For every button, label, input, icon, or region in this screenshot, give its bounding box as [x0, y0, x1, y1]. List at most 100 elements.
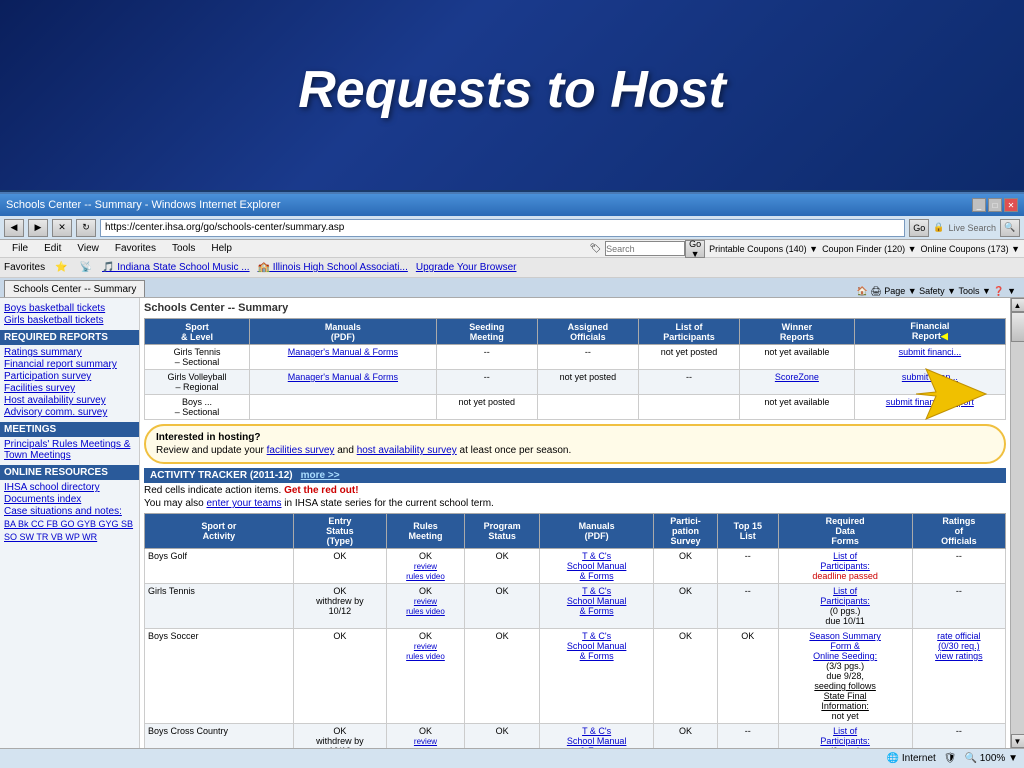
sport-cell: Boys ...– Sectional [145, 395, 250, 420]
teams-note: You may also enter your teams in IHSA st… [144, 498, 1006, 509]
program-golf: OK [465, 549, 540, 584]
main-content: Schools Center -- Summary Sport& Level M… [140, 298, 1010, 748]
col-sport: Sport& Level [145, 319, 250, 345]
required-soccer: Season SummaryForm &Online Seeding:(3/3 … [778, 629, 912, 724]
page-menu[interactable]: Page ▼ [884, 286, 916, 296]
live-search-label: Live Search [948, 223, 996, 233]
go-button[interactable]: Go [909, 219, 929, 237]
coupons-icon: 🏷 [590, 243, 601, 254]
tools-menu[interactable]: Tools ▼ [958, 286, 990, 296]
scrollbar[interactable]: ▲ ▼ [1010, 298, 1024, 748]
table-row: Girls Tennis OKwithdrew by10/12 OKreview… [145, 584, 1006, 629]
manuals-link-1[interactable]: Manager's Manual & Forms [288, 347, 398, 357]
winner-cell: ScoreZone [740, 370, 855, 395]
browser-tab[interactable]: Schools Center -- Summary [4, 280, 145, 297]
refresh-button[interactable]: ↻ [76, 219, 96, 237]
search-button[interactable]: 🔍 [1000, 219, 1020, 237]
address-input[interactable] [100, 219, 905, 237]
rate-official-link[interactable]: rate official(0/30 req.) [937, 631, 980, 651]
sidebar-documents-index[interactable]: Documents index [4, 494, 135, 505]
close-button[interactable]: ✕ [1004, 198, 1018, 212]
list-participants-tennis[interactable]: List ofParticipants: [820, 586, 870, 606]
sidebar-boys-basketball[interactable]: Boys basketball tickets [4, 303, 135, 314]
fav-indiana[interactable]: 🎵 Indiana State School Music ... [102, 262, 250, 273]
list-participants-golf[interactable]: List ofParticipants: [820, 551, 870, 571]
sm-link-tennis[interactable]: School Manual& Forms [567, 596, 627, 616]
sidebar-school-directory[interactable]: IHSA school directory [4, 482, 135, 493]
back-button[interactable]: ◀ [4, 219, 24, 237]
scroll-thumb[interactable] [1011, 312, 1024, 342]
review-rules-golf[interactable]: reviewrules video [406, 562, 445, 581]
menu-file[interactable]: File [4, 242, 36, 255]
sidebar: Boys basketball tickets Girls basketball… [0, 298, 140, 748]
sm-link-golf[interactable]: School Manual& Forms [567, 561, 627, 581]
sidebar-required-reports-title: REQUIRED REPORTS [4, 332, 108, 343]
col-manuals2: Manuals(PDF) [540, 514, 654, 549]
print-icon[interactable]: 🖨 [870, 286, 881, 296]
stop-button[interactable]: ✕ [52, 219, 72, 237]
safety-menu[interactable]: Safety ▼ [919, 286, 956, 296]
menu-view[interactable]: View [69, 242, 107, 255]
scorezone-link[interactable]: ScoreZone [775, 372, 819, 382]
search-input[interactable] [605, 241, 685, 256]
host-availability-link[interactable]: host availability survey [357, 445, 457, 456]
season-summary-link[interactable]: Season SummaryForm &Online Seeding: [809, 631, 881, 661]
sidebar-facilities[interactable]: Facilities survey [4, 383, 135, 394]
menu-edit[interactable]: Edit [36, 242, 69, 255]
table-row: Girls Volleyball– Regional Manager's Man… [145, 370, 1006, 395]
toolbar-go-button[interactable]: Go ▼ [685, 240, 705, 258]
participants-cell: not yet posted [638, 345, 739, 370]
sidebar-meetings-title: MEETINGS [4, 424, 56, 435]
maximize-button[interactable]: □ [988, 198, 1002, 212]
sidebar-ratings-summary[interactable]: Ratings summary [4, 347, 135, 358]
seeding-follows: seeding followsState FinalInformation: [814, 681, 876, 711]
review-rules-cross[interactable]: reviewrules video [406, 737, 445, 748]
menu-favorites[interactable]: Favorites [107, 242, 164, 255]
sport-soccer: Boys Soccer [145, 629, 294, 724]
officials-cell: not yet posted [537, 370, 638, 395]
star-icon: ⭐ [55, 262, 67, 273]
review-rules-soccer[interactable]: reviewrules video [406, 642, 445, 661]
enter-teams-link[interactable]: enter your teams [206, 498, 281, 509]
tc-link-cross[interactable]: T & C's [582, 726, 611, 736]
scroll-track [1011, 312, 1024, 734]
hosting-title: Interested in hosting? [156, 432, 994, 443]
table-row: Boys ...– Sectional not yet posted not y… [145, 395, 1006, 420]
favorites-label: Favorites [4, 262, 45, 273]
tc-link-soccer[interactable]: T & C's [582, 631, 611, 641]
sidebar-advisory[interactable]: Advisory comm. survey [4, 407, 135, 418]
home-icon[interactable]: 🏠 [857, 286, 868, 296]
ratings-golf: -- [912, 549, 1005, 584]
scroll-down-button[interactable]: ▼ [1011, 734, 1024, 748]
ratings-cross: -- [912, 724, 1005, 749]
zoom-level[interactable]: 🔍 100% ▼ [965, 753, 1019, 764]
tc-link-tennis[interactable]: T & C's [582, 586, 611, 596]
minimize-button[interactable]: _ [972, 198, 986, 212]
fav-upgrade[interactable]: Upgrade Your Browser [416, 262, 517, 273]
sidebar-case-situations[interactable]: Case situations and notes: [4, 506, 135, 517]
sidebar-financial-report[interactable]: Financial report summary [4, 359, 135, 370]
sidebar-required-reports-header: REQUIRED REPORTS [0, 330, 139, 345]
review-rules-tennis[interactable]: reviewrules video [406, 597, 445, 616]
more-link[interactable]: more >> [301, 470, 340, 481]
sm-link-cross[interactable]: School Manual& Forms [567, 736, 627, 748]
fav-illinois[interactable]: 🏫 Illinois High School Associati... [258, 262, 408, 273]
sidebar-town-meetings[interactable]: Principals' Rules Meetings & Town Meetin… [4, 439, 135, 461]
hosting-text: Review and update your facilities survey… [156, 445, 994, 456]
sidebar-host-availability[interactable]: Host availability survey [4, 395, 135, 406]
manuals-link-2[interactable]: Manager's Manual & Forms [288, 372, 398, 382]
sm-link-soccer[interactable]: School Manual& Forms [567, 641, 627, 661]
financial-link-1[interactable]: submit financi... [899, 347, 962, 357]
sidebar-participation[interactable]: Participation survey [4, 371, 135, 382]
facilities-survey-link[interactable]: facilities survey [267, 445, 335, 456]
menu-tools[interactable]: Tools [164, 242, 203, 255]
sidebar-girls-basketball[interactable]: Girls basketball tickets [4, 315, 135, 326]
view-ratings-link[interactable]: view ratings [935, 651, 983, 661]
help-icon[interactable]: ❓ ▼ [993, 286, 1016, 296]
scroll-up-button[interactable]: ▲ [1011, 298, 1024, 312]
tc-link-golf[interactable]: T & C's [582, 551, 611, 561]
menu-help[interactable]: Help [203, 242, 240, 255]
table-row: Girls Tennis– Sectional Manager's Manual… [145, 345, 1006, 370]
list-participants-cross[interactable]: List ofParticipants: [820, 726, 870, 746]
forward-button[interactable]: ▶ [28, 219, 48, 237]
